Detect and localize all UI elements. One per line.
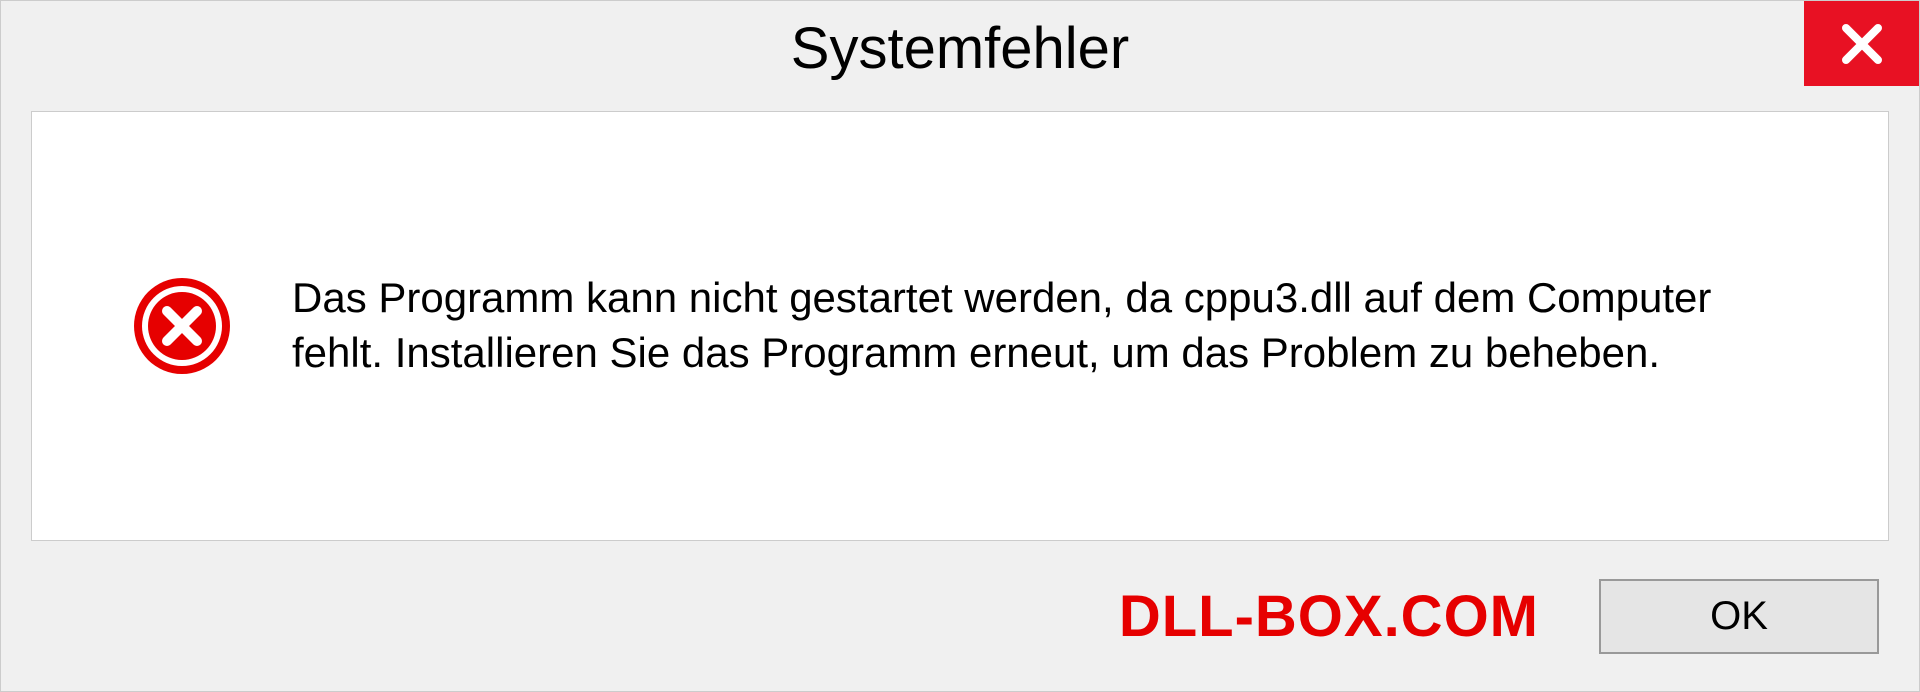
error-message: Das Programm kann nicht gestartet werden… [292,271,1808,380]
dialog-title: Systemfehler [791,15,1129,82]
error-dialog: Systemfehler Das Programm kann nicht ges… [0,0,1920,692]
dialog-footer: DLL-BOX.COM OK [1,571,1919,691]
watermark-text: DLL-BOX.COM [1119,583,1539,650]
ok-button[interactable]: OK [1599,579,1879,654]
error-icon [132,276,232,376]
close-button[interactable] [1804,1,1919,86]
content-box: Das Programm kann nicht gestartet werden… [31,111,1889,541]
titlebar: Systemfehler [1,1,1919,111]
close-icon [1838,20,1886,68]
